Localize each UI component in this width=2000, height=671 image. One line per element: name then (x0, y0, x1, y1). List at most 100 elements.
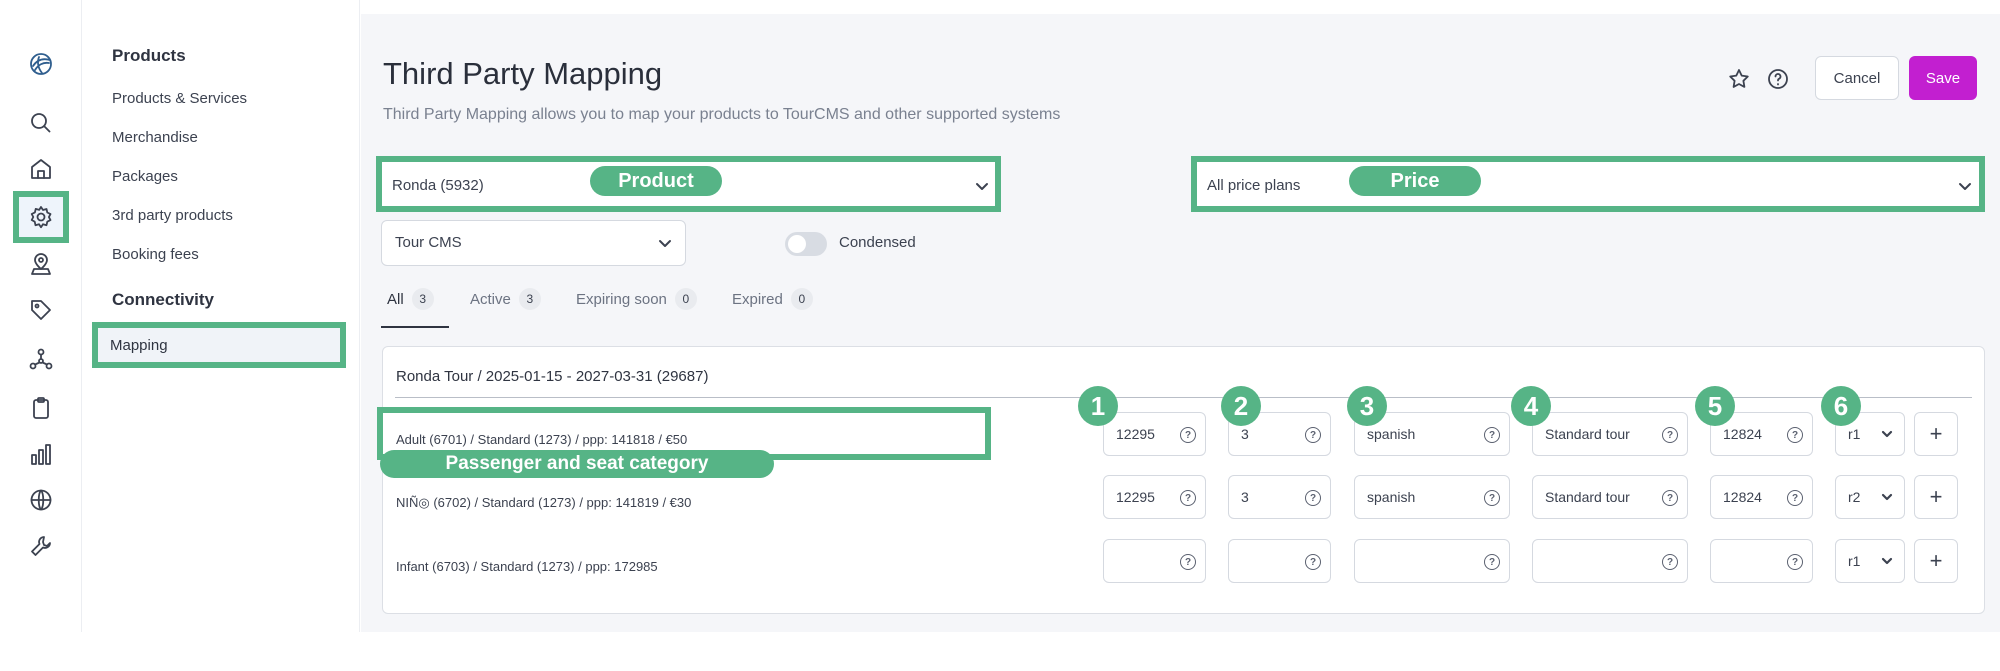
help-icon[interactable]: ? (1180, 490, 1196, 506)
help-icon[interactable]: ? (1787, 554, 1803, 570)
star-icon[interactable] (1726, 66, 1752, 92)
sidebar-item-packages[interactable]: Packages (112, 168, 178, 185)
help-icon[interactable]: ? (1180, 554, 1196, 570)
system-select[interactable]: Tour CMS (381, 220, 686, 266)
active-tab-indicator (381, 326, 449, 328)
help-icon[interactable]: ? (1662, 554, 1678, 570)
help-icon[interactable]: ? (1484, 427, 1500, 443)
field-value: spanish (1367, 489, 1416, 505)
network-icon[interactable] (21, 339, 61, 379)
row-label: Infant (6703) / Standard (1273) / ppp: 1… (396, 559, 658, 574)
card-title: Ronda Tour / 2025-01-15 - 2027-03-31 (29… (396, 368, 709, 385)
condensed-label: Condensed (839, 234, 916, 251)
chevron-down-icon (657, 235, 673, 251)
sidebar-item-mapping[interactable]: Mapping (92, 322, 346, 368)
column-badge-1: 1 (1078, 386, 1118, 426)
mapping-field-1[interactable]: ? (1103, 539, 1206, 583)
field-value: 12824 (1723, 426, 1762, 442)
column-badge-3: 3 (1347, 386, 1387, 426)
help-icon[interactable]: ? (1787, 490, 1803, 506)
mapping-field-3[interactable]: spanish ? (1354, 475, 1510, 519)
page-title: Third Party Mapping (383, 56, 663, 91)
globe-icon[interactable] (21, 480, 61, 520)
gear-icon[interactable] (21, 197, 61, 237)
home-icon[interactable] (21, 149, 61, 189)
logo-icon[interactable] (21, 44, 61, 84)
system-select-value: Tour CMS (395, 234, 462, 251)
cancel-button[interactable]: Cancel (1815, 56, 1899, 100)
search-icon[interactable] (21, 103, 61, 143)
help-icon[interactable]: ? (1484, 490, 1500, 506)
tab-count: 0 (790, 288, 813, 310)
mapping-field-2[interactable]: ? (1228, 539, 1331, 583)
field-value: 3 (1241, 489, 1249, 505)
price-annotation: Price (1349, 166, 1481, 196)
tab-all[interactable]: All 3 (387, 288, 434, 310)
help-icon[interactable]: ? (1662, 490, 1678, 506)
mapping-field-4[interactable]: ? (1532, 539, 1688, 583)
add-row-button[interactable]: + (1914, 475, 1958, 519)
mapping-field-5[interactable]: ? (1710, 539, 1813, 583)
row-label: NIÑ◎ (6702) / Standard (1273) / ppp: 141… (396, 495, 692, 510)
price-plan-select[interactable]: All price plans (1191, 156, 1985, 212)
chevron-down-icon (1880, 490, 1894, 504)
tab-active[interactable]: Active 3 (470, 288, 541, 310)
field-value: Standard tour (1545, 489, 1630, 505)
help-icon[interactable]: ? (1305, 490, 1321, 506)
help-icon[interactable]: ? (1662, 427, 1678, 443)
field-value: spanish (1367, 426, 1416, 442)
field-value: 12295 (1116, 489, 1155, 505)
help-icon[interactable]: ? (1305, 554, 1321, 570)
mapping-field-2[interactable]: 3 ? (1228, 475, 1331, 519)
icon-rail (0, 0, 82, 632)
field-value: r2 (1848, 489, 1861, 505)
help-icon[interactable]: ? (1305, 427, 1321, 443)
tag-icon[interactable] (21, 290, 61, 330)
tab-expired[interactable]: Expired 0 (732, 288, 813, 310)
column-badge-2: 2 (1221, 386, 1261, 426)
help-icon[interactable]: ? (1180, 427, 1196, 443)
sidebar-item-3rd-party-products[interactable]: 3rd party products (112, 207, 233, 224)
mapping-field-1[interactable]: 12295 ? (1103, 412, 1206, 456)
chevron-down-icon (1880, 554, 1894, 568)
field-value: r1 (1848, 426, 1861, 442)
sidebar-item-merchandise[interactable]: Merchandise (112, 129, 198, 146)
nav-heading-products: Products (112, 46, 186, 65)
mapping-field-4[interactable]: Standard tour ? (1532, 475, 1688, 519)
user-pin-icon[interactable] (21, 244, 61, 284)
mapping-field-1[interactable]: 12295 ? (1103, 475, 1206, 519)
tab-count: 3 (518, 288, 541, 310)
field-value: r1 (1848, 553, 1861, 569)
mapping-field-3[interactable]: ? (1354, 539, 1510, 583)
add-row-button[interactable]: + (1914, 412, 1958, 456)
add-row-button[interactable]: + (1914, 539, 1958, 583)
page-subtitle: Third Party Mapping allows you to map yo… (383, 106, 1061, 123)
help-icon[interactable]: ? (1787, 427, 1803, 443)
sidebar-item-booking-fees[interactable]: Booking fees (112, 246, 199, 263)
field-value: 12295 (1116, 426, 1155, 442)
field-value: Standard tour (1545, 426, 1630, 442)
chevron-down-icon (974, 178, 990, 194)
divider (395, 397, 1972, 398)
price-plan-select-value: All price plans (1207, 177, 1301, 194)
sidebar-item-mapping-label: Mapping (110, 337, 168, 354)
mapping-select-6[interactable]: r2 (1835, 475, 1905, 519)
sidebar-item-products-services[interactable]: Products & Services (112, 90, 247, 107)
mapping-field-4[interactable]: Standard tour ? (1532, 412, 1688, 456)
bar-chart-icon[interactable] (21, 434, 61, 474)
nav-heading-connectivity: Connectivity (112, 290, 215, 309)
help-icon[interactable]: ? (1484, 554, 1500, 570)
mapping-field-5[interactable]: 12824 ? (1710, 475, 1813, 519)
help-icon[interactable] (1765, 66, 1791, 92)
tab-count: 3 (411, 288, 434, 310)
clipboard-icon[interactable] (21, 388, 61, 428)
passenger-annotation: Passenger and seat category (380, 450, 774, 478)
chevron-down-icon (1957, 178, 1973, 194)
tab-expiring-soon[interactable]: Expiring soon 0 (576, 288, 697, 310)
mapping-select-6[interactable]: r1 (1835, 539, 1905, 583)
product-select-value: Ronda (5932) (392, 177, 484, 194)
condensed-toggle[interactable] (785, 232, 827, 256)
tab-label: Expired (732, 290, 783, 308)
wrench-icon[interactable] (21, 526, 61, 566)
save-button[interactable]: Save (1909, 56, 1977, 100)
